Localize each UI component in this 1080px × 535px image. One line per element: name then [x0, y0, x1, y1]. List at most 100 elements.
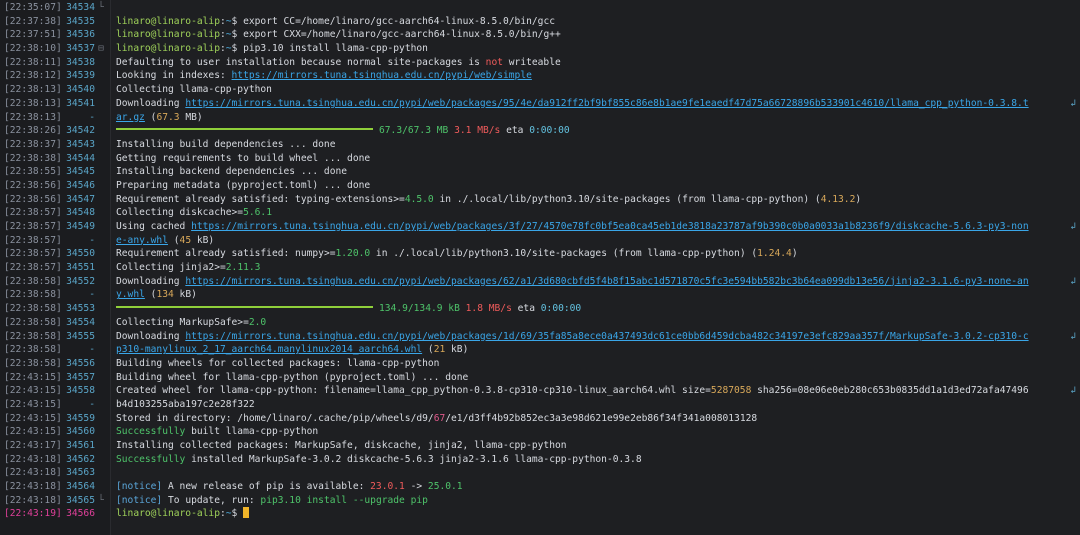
terminal-line: [22:43:18] 34564 [notice] A new release of…	[0, 480, 1080, 494]
package-url-link[interactable]: https://mirrors.tuna.tsinghua.edu.cn/pyp…	[185, 331, 1028, 342]
timestamp: [22:38:57]	[4, 234, 62, 246]
line-number: -	[89, 111, 95, 123]
line-number: 34548	[66, 207, 95, 219]
terminal-line: [22:38:58] - p310-manylinux_2_17_aarch64.m…	[0, 343, 1080, 357]
timestamp: [22:38:11]	[4, 56, 62, 68]
terminal-output[interactable]: [22:35:07] 34534 └ [22:37:38] 34535 linaro@li…	[0, 1, 1080, 521]
line-number: 34552	[66, 275, 95, 287]
line-content: linaro@linaro-alip:~$ export CC=/home/li…	[116, 15, 1066, 29]
line-content: Created wheel for llama-cpp-python: file…	[116, 384, 1066, 398]
line-content: [notice] To update, run: pip3.10 install…	[116, 494, 1066, 508]
package-url-link[interactable]: p310-manylinux_2_17_aarch64.manylinux201…	[116, 344, 422, 355]
timestamp: [22:38:58]	[4, 330, 62, 342]
text-segment: Collecting diskcache	[116, 207, 232, 219]
line-wrap-icon: ↲	[1070, 275, 1076, 287]
fold-toggle-icon[interactable]: ⊟	[96, 42, 106, 56]
old-pip-version: 23.0.1	[370, 481, 405, 493]
index-url-link[interactable]: https://mirrors.tuna.tsinghua.edu.cn/pyp…	[232, 70, 532, 81]
line-content: Defaulting to user installation because …	[116, 56, 1066, 70]
line-content: Building wheels for collected packages: …	[116, 357, 1066, 371]
line-content: Collecting MarkupSafe>=2.0	[116, 316, 1066, 330]
timestamp: [22:38:13]	[4, 97, 62, 109]
text-segment: Defaulting to user installation because …	[116, 56, 486, 68]
size-value: 21	[433, 344, 446, 356]
timestamp: [22:38:58]	[4, 275, 62, 287]
notice-tag: [notice]	[116, 481, 163, 493]
terminal-line: [22:38:13] - ar.gz (67.3 MB)	[0, 111, 1080, 125]
version-spec: 2.0	[248, 316, 267, 328]
line-content: Building wheel for llama-cpp-python (pyp…	[116, 371, 1066, 385]
prompt-symbol: $	[231, 508, 244, 520]
text-cursor[interactable]	[243, 507, 250, 518]
size-paren: (	[144, 289, 157, 301]
terminal-line: [22:43:15] 34560 Successfully built llama-…	[0, 425, 1080, 439]
prompt-symbol: $	[231, 29, 244, 41]
terminal-line: [22:43:15] 34558 Created wheel for llama-…	[0, 384, 1080, 398]
package-url-link[interactable]: https://mirrors.tuna.tsinghua.edu.cn/pyp…	[185, 98, 1028, 109]
text-segment: Stored in directory: /home/linaro/.cache…	[116, 412, 434, 424]
fold-end-icon: └	[98, 494, 104, 506]
package-url-link[interactable]: https://mirrors.tuna.tsinghua.edu.cn/pyp…	[191, 221, 1029, 232]
terminal-line: [22:43:15] 34557 Building wheel for llama…	[0, 371, 1080, 385]
timestamp: [22:38:56]	[4, 193, 62, 205]
download-speed: 1.8 MB/s	[465, 303, 512, 315]
version-spec: 1.20.0	[335, 248, 371, 260]
version-spec: 2.11.3	[225, 262, 261, 274]
line-number: 34535	[66, 15, 95, 27]
line-number: 34553	[66, 303, 95, 315]
timestamp: [22:38:56]	[4, 179, 62, 191]
prompt-user-host: linaro@linaro-alip	[116, 15, 220, 27]
timestamp: [22:38:58]	[4, 289, 62, 301]
text-segment: Collecting MarkupSafe	[116, 316, 238, 328]
line-content: 67.3/67.3 MB 3.1 MB/s eta 0:00:00	[116, 124, 1066, 138]
size-unit: kB)	[191, 234, 215, 246]
line-number: 34558	[66, 385, 95, 397]
terminal-window[interactable]: [22:35:07] 34534 └ [22:37:38] 34535 linaro@li…	[0, 0, 1080, 535]
package-url-link[interactable]: ar.gz	[116, 112, 145, 123]
line-number: 34543	[66, 138, 95, 150]
line-content: [notice] A new release of pip is availab…	[116, 480, 1066, 494]
terminal-line: [22:38:58] 34552 Downloading https://mirr…	[0, 275, 1080, 289]
text-segment: >=	[237, 316, 249, 328]
timestamp: [22:43:18]	[4, 481, 62, 493]
line-number: 34545	[66, 166, 95, 178]
timestamp: [22:38:58]	[4, 316, 62, 328]
package-url-link[interactable]: https://mirrors.tuna.tsinghua.edu.cn/pyp…	[185, 276, 1028, 287]
line-number: 34547	[66, 193, 95, 205]
terminal-line: [22:37:51] 34536 linaro@linaro-alip:~$ exp…	[0, 28, 1080, 42]
terminal-line: [22:38:11] 34538 Defaulting to user instal…	[0, 56, 1080, 70]
timestamp: [22:38:10]	[4, 43, 62, 55]
timestamp: [22:35:07]	[4, 2, 62, 13]
package-url-link[interactable]: e-any.whl	[116, 235, 168, 246]
text-segment: Installing build dependencies ... done	[116, 138, 336, 150]
terminal-line: [22:43:19] 34566 linaro@linaro-alip:~$	[0, 507, 1080, 521]
package-url-link[interactable]: y.whl	[116, 289, 145, 300]
line-wrap-icon: ↲	[1070, 221, 1076, 232]
text-segment: Using cached	[116, 221, 192, 232]
timestamp: [22:38:12]	[4, 70, 62, 82]
prompt-symbol: $	[231, 15, 244, 27]
text-segment: A new release of pip is available:	[162, 481, 371, 493]
timestamp: [22:38:57]	[4, 248, 62, 260]
text-segment: in ./.local/lib/python3.10/site-packages…	[433, 193, 821, 205]
terminal-line: [22:43:18] 34563	[0, 466, 1080, 480]
line-content: 134.9/134.9 kB 1.8 MB/s eta 0:00:00	[116, 302, 1066, 316]
timestamp: [22:38:57]	[4, 207, 62, 219]
line-number: 34561	[66, 440, 95, 451]
text-segment: Downloading	[116, 275, 186, 287]
line-number: 34565	[66, 494, 95, 506]
terminal-line: [22:38:13] 34541 Downloading https://mirr…	[0, 97, 1080, 111]
line-content: Collecting jinja2>=2.11.3	[116, 261, 1066, 275]
line-number: 34566	[66, 508, 95, 520]
version-spec: 4.5.0	[404, 193, 434, 205]
progress-amount: 67.3/67.3 MB	[379, 125, 449, 137]
prompt-user-host: linaro@linaro-alip	[116, 43, 220, 55]
line-wrap-icon: ↲	[1070, 330, 1076, 342]
line-number: -	[89, 344, 95, 356]
size-unit: MB)	[179, 111, 203, 123]
line-number: 34537	[66, 43, 95, 55]
text-segment: sha256=08e06e0eb280c653b0835dd1a1d3ed72a…	[751, 385, 1029, 397]
terminal-line: [22:38:38] 34544 Getting requirements to …	[0, 152, 1080, 166]
timestamp: [22:37:38]	[4, 15, 62, 27]
terminal-line: [22:37:38] 34535 linaro@linaro-alip:~$ exp…	[0, 15, 1080, 29]
